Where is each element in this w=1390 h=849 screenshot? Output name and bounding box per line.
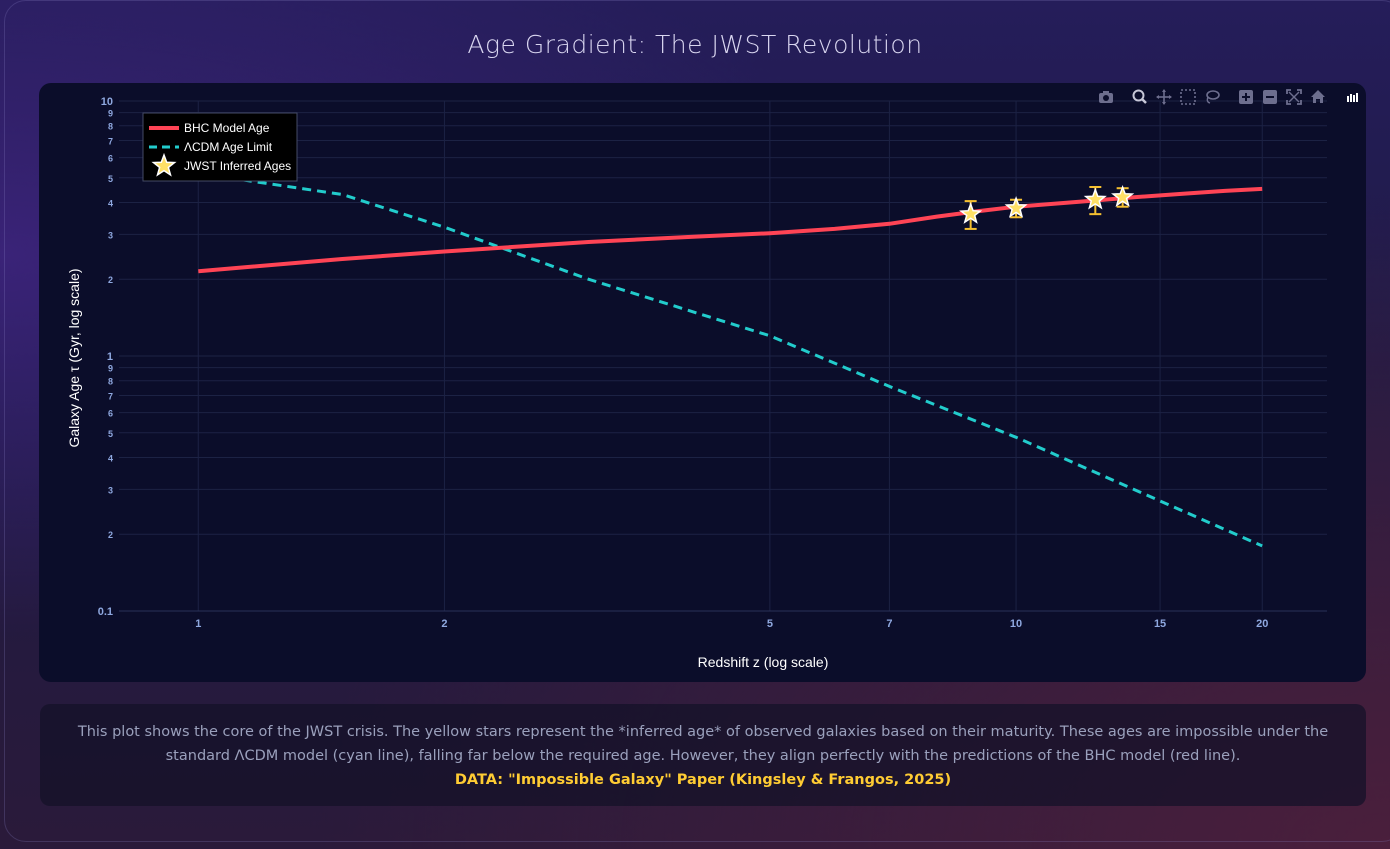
y-tick-label: 2	[108, 275, 113, 285]
zoom-out-icon[interactable]	[1260, 87, 1280, 107]
caption-text: This plot shows the core of the JWST cri…	[77, 724, 1329, 764]
plot-card[interactable]: 0.1 2 3 4 5 6 7 8 9 1 2 3 4 5 6 7 8 9 10 1 2 5 7 10 15 20 Redshift…	[39, 83, 1366, 682]
pan-icon[interactable]	[1154, 87, 1174, 107]
y-tick-label: 9	[108, 364, 113, 374]
y-tick-label: 2	[108, 530, 113, 540]
autoscale-icon[interactable]	[1284, 87, 1304, 107]
x-tick-label: 10	[1010, 618, 1022, 630]
y-tick-label: 9	[108, 109, 113, 119]
y-tick-label: 6	[108, 154, 113, 164]
legend-bhc-label: BHC Model Age	[184, 121, 270, 135]
x-tick-label: 2	[441, 618, 447, 630]
y-tick-label: 3	[108, 485, 113, 495]
y-tick-label: 10	[101, 96, 113, 108]
lasso-icon[interactable]	[1202, 87, 1222, 107]
page-title: Age Gradient: The JWST Revolution	[467, 30, 923, 59]
zoom-icon[interactable]	[1130, 87, 1150, 107]
reset-axes-icon[interactable]	[1308, 87, 1328, 107]
legend-jwst-label: JWST Inferred Ages	[184, 159, 291, 173]
plotly-logo-icon[interactable]	[1342, 87, 1362, 107]
y-tick-label: 0.1	[98, 606, 113, 618]
y-tick-label: 1	[107, 351, 113, 363]
y-tick-label: 4	[108, 198, 113, 208]
y-tick-label: 4	[108, 453, 113, 463]
x-tick-label: 7	[886, 618, 892, 630]
caption-box: This plot shows the core of the JWST cri…	[40, 704, 1366, 806]
x-tick-label: 1	[195, 618, 201, 630]
zoom-in-icon[interactable]	[1236, 87, 1256, 107]
x-tick-label: 5	[767, 618, 773, 630]
y-tick-label: 3	[108, 230, 113, 240]
legend-lcdm-label: ΛCDM Age Limit	[184, 140, 273, 154]
y-tick-label: 5	[108, 429, 113, 439]
caption-source: DATA: "Impossible Galaxy" Paper (Kingsle…	[454, 772, 952, 788]
modebar	[1096, 87, 1362, 111]
x-tick-label: 15	[1154, 618, 1166, 630]
y-tick-label: 8	[108, 377, 113, 387]
bhc-model-line	[198, 186, 1263, 274]
y-tick-label: 7	[108, 137, 113, 147]
box-select-icon[interactable]	[1178, 87, 1198, 107]
y-tick-label: 6	[108, 409, 113, 419]
y-tick-label: 8	[108, 122, 113, 132]
x-axis-title: Redshift z (log scale)	[698, 654, 829, 670]
camera-icon[interactable]	[1096, 87, 1116, 107]
y-axis-title: Galaxy Age τ (Gyr, log scale)	[66, 268, 82, 447]
x-tick-label: 20	[1256, 618, 1268, 630]
y-tick-label: 7	[108, 392, 113, 402]
lcdm-age-line	[198, 171, 1263, 548]
chart-svg[interactable]: 0.123456789123456789101 2 5 7 10 15 20Redshift…	[39, 83, 1366, 682]
y-tick-label: 5	[108, 174, 113, 184]
